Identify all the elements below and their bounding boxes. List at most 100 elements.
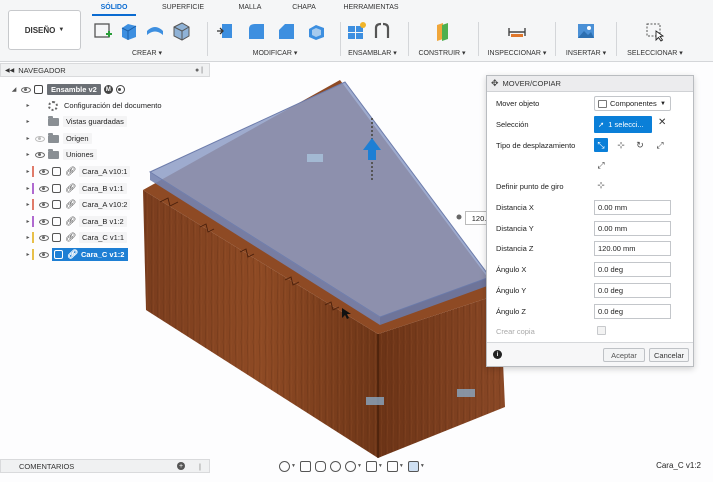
grid-icon[interactable]	[386, 460, 398, 472]
select-window-icon[interactable]	[644, 20, 666, 42]
revolve-icon[interactable]	[144, 20, 166, 42]
tree-item-component[interactable]: ▸ 🔗︎ Cara_B v1:1	[24, 181, 127, 196]
tree-item-origin[interactable]: ▸ Origen	[24, 131, 92, 146]
expand-arrow-icon[interactable]: ▸	[24, 201, 32, 208]
component-icon	[598, 99, 607, 108]
insert-image-icon[interactable]	[575, 20, 597, 42]
chevron-down-icon: ▼	[660, 100, 666, 107]
component-icon	[54, 250, 63, 259]
zoom-icon[interactable]	[329, 460, 341, 472]
new-component-icon[interactable]	[345, 20, 367, 42]
expand-arrow-icon[interactable]: ▸	[24, 102, 32, 109]
activate-radio-icon[interactable]	[115, 85, 125, 94]
group-label-crear[interactable]: CREAR ▾	[92, 49, 202, 57]
group-label-ensamblar[interactable]: ENSAMBLAR ▾	[345, 49, 400, 57]
panel-handle-icon[interactable]: |	[199, 462, 201, 471]
orbit-icon[interactable]	[279, 460, 290, 472]
clear-selection-icon[interactable]: ✕	[658, 117, 666, 128]
visibility-eye-icon[interactable]	[21, 86, 31, 93]
expand-arrow-icon[interactable]: ▸	[24, 151, 32, 158]
joint-icon[interactable]	[371, 20, 393, 42]
expand-arrow-icon[interactable]: ▸	[24, 251, 32, 258]
set-pivot-icon[interactable]: ⊹	[594, 178, 608, 192]
pan-hand-icon[interactable]	[314, 460, 326, 472]
angle-y-input[interactable]: 0.0 deg	[594, 283, 671, 298]
visibility-eye-icon[interactable]	[35, 135, 45, 142]
measure-icon[interactable]	[506, 20, 528, 42]
add-comment-icon[interactable]: +	[177, 462, 186, 470]
expand-arrow-icon[interactable]: ▸	[24, 118, 32, 125]
fit-zoom-icon[interactable]	[344, 460, 356, 472]
visibility-eye-icon[interactable]	[39, 234, 49, 241]
group-label-insertar[interactable]: INSERTAR ▾	[560, 49, 612, 57]
tree-item-component[interactable]: ▸ 🔗︎ Cara_A v10:2	[24, 197, 131, 212]
tree-item-joints[interactable]: ▸ Uniones	[24, 147, 97, 162]
move-object-select[interactable]: Componentes ▼	[594, 96, 671, 111]
box-icon[interactable]	[170, 20, 192, 42]
tree-item-component[interactable]: ▸ 🔗︎ Cara_C v1:1	[24, 230, 128, 245]
point-to-point-icon[interactable]: ⤢	[653, 138, 667, 152]
chamfer-icon[interactable]	[275, 20, 297, 42]
group-label-inspeccionar[interactable]: INSPECCIONAR ▾	[484, 49, 550, 57]
new-sketch-icon[interactable]	[92, 20, 114, 42]
expand-arrow-icon[interactable]: ▸	[24, 168, 32, 175]
extrude-icon[interactable]	[118, 20, 140, 42]
visibility-eye-icon[interactable]	[39, 218, 49, 225]
tree-item-document-settings[interactable]: ▸ Configuración del documento	[24, 98, 164, 113]
visibility-eye-icon[interactable]	[39, 201, 49, 208]
tree-item-saved-views[interactable]: ▸ Vistas guardadas	[24, 114, 127, 129]
cancel-button[interactable]: Cancelar	[649, 348, 689, 362]
info-icon[interactable]: i	[493, 350, 502, 359]
tab-herramientas[interactable]: HERRAMIENTAS	[336, 2, 406, 16]
collapse-icon[interactable]: ◀◀	[5, 67, 14, 74]
rotate-icon[interactable]: ↻	[633, 138, 647, 152]
press-pull-icon[interactable]	[215, 20, 237, 42]
tree-item-component[interactable]: ▸ 🔗︎ Cara_A v10:1	[24, 164, 131, 179]
visibility-eye-icon[interactable]	[39, 185, 49, 192]
viewports-icon[interactable]	[407, 460, 419, 472]
free-move-icon[interactable]: ⤡	[594, 138, 608, 152]
visibility-eye-icon[interactable]	[39, 168, 49, 175]
visibility-eye-icon[interactable]	[39, 251, 49, 258]
collapse-arrow-icon[interactable]: ◢	[10, 86, 18, 93]
tree-item-component-selected[interactable]: ▸ 🔗︎ Cara_C v1:2	[24, 247, 129, 262]
offset-plane-icon[interactable]	[431, 20, 453, 42]
group-inspeccionar: INSPECCIONAR ▾	[484, 17, 550, 59]
tree-item-component[interactable]: ▸ 🔗︎ Cara_B v1:2	[24, 214, 127, 229]
selection-button[interactable]: ➚ 1 selecci...	[594, 116, 652, 133]
tab-solido[interactable]: SÓLIDO	[92, 2, 136, 16]
ok-button[interactable]: Aceptar	[603, 348, 645, 362]
group-label-seleccionar[interactable]: SELECCIONAR ▾	[622, 49, 688, 57]
workspace-design-button[interactable]: DISEÑO ▼	[8, 10, 81, 50]
dialog-header[interactable]: ✥ MOVER/COPIAR	[487, 76, 693, 92]
comments-panel[interactable]: COMENTARIOS + |	[0, 459, 210, 473]
navigator-header[interactable]: ◀◀ NAVEGADOR ● |	[0, 63, 210, 77]
point-to-position-icon[interactable]: ⤢	[594, 158, 608, 172]
expand-arrow-icon[interactable]: ▸	[24, 135, 32, 142]
pin-icon[interactable]: ● |	[195, 67, 203, 74]
component-icon	[52, 167, 61, 176]
look-at-icon[interactable]	[299, 460, 311, 472]
selected-highlight: 🔗︎ Cara_C v1:2	[52, 248, 129, 261]
angle-z-input[interactable]: 0.0 deg	[594, 304, 671, 319]
group-label-modificar[interactable]: MODIFICAR ▾	[215, 49, 335, 57]
tab-malla[interactable]: MALLA	[230, 2, 270, 16]
translate-xyz-icon[interactable]: ⊹	[614, 138, 628, 152]
create-copy-checkbox[interactable]	[597, 326, 606, 335]
expand-arrow-icon[interactable]: ▸	[24, 234, 32, 241]
visibility-eye-icon[interactable]	[35, 151, 45, 158]
shell-icon[interactable]	[305, 20, 327, 42]
distance-y-input[interactable]: 0.00 mm	[594, 221, 671, 236]
display-settings-icon[interactable]	[365, 460, 377, 472]
tree-root[interactable]: ◢ Ensamble v2 M	[10, 82, 125, 97]
group-label-construir[interactable]: CONSTRUIR ▾	[412, 49, 472, 57]
tab-chapa[interactable]: CHAPA	[286, 2, 322, 16]
expand-arrow-icon[interactable]: ▸	[24, 185, 32, 192]
angle-x-input[interactable]: 0.0 deg	[594, 262, 671, 277]
expand-arrow-icon[interactable]: ▸	[24, 218, 32, 225]
distance-z-input[interactable]: 120.00 mm	[594, 241, 671, 256]
tab-superficie[interactable]: SUPERFICIE	[152, 2, 214, 16]
distance-handle-icon[interactable]	[455, 213, 463, 221]
distance-x-input[interactable]: 0.00 mm	[594, 200, 671, 215]
fillet-icon[interactable]	[245, 20, 267, 42]
